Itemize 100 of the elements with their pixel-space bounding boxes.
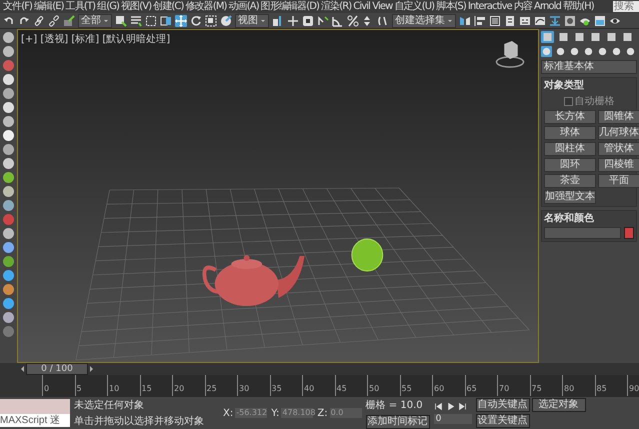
move-icon[interactable]	[175, 14, 187, 26]
select-object-icon[interactable]	[115, 14, 127, 26]
object-type-button[interactable]: 圆柱体	[544, 142, 596, 156]
schematic-view-icon[interactable]	[519, 14, 531, 26]
category-icon[interactable]	[597, 46, 608, 57]
menu-item[interactable]: 内容	[512, 0, 533, 13]
frame-label: 25	[204, 375, 237, 396]
viewport[interactable]: [+] [透视] [标准] [默认明暗处理]	[17, 29, 539, 363]
frame-label: 40	[302, 375, 334, 396]
category-dropdown[interactable]: 标准基本体	[541, 60, 637, 74]
category-icon[interactable]	[583, 46, 594, 57]
rollout-title[interactable]: 对象类型	[544, 80, 634, 92]
category-icon[interactable]	[611, 46, 622, 57]
time-slider[interactable]: 0 / 100	[26, 363, 88, 375]
frame-label: 5	[74, 375, 107, 396]
object-type-button[interactable]: 圆环	[544, 158, 596, 172]
panel-tab-icon[interactable]	[589, 31, 602, 43]
viewport-label[interactable]: [+] [透视] [标准] [默认明暗处理]	[21, 32, 170, 46]
panel-tab-icon[interactable]	[621, 31, 634, 43]
pivot-icon[interactable]	[272, 14, 284, 26]
placement-icon[interactable]	[220, 14, 232, 26]
rendered-frame-icon[interactable]	[594, 14, 606, 26]
add-time-tag-button[interactable]: 添加时间标记	[366, 414, 430, 428]
link-icon[interactable]	[33, 14, 45, 26]
select-by-name-icon[interactable]	[130, 14, 142, 26]
menu-item[interactable]: 自定义(U)	[393, 0, 436, 13]
reference-coordinate-dropdown[interactable]: 视图	[235, 14, 269, 28]
category-icon[interactable]	[625, 46, 636, 57]
scale-icon[interactable]	[205, 14, 217, 26]
menu-item[interactable]: 编辑(E)	[33, 0, 65, 13]
mirror-icon[interactable]	[459, 14, 471, 26]
object-type-button[interactable]: 圆锥体	[598, 110, 639, 124]
object-type-button[interactable]: 茶壶	[544, 174, 596, 188]
rectangle-selection-icon[interactable]	[145, 14, 157, 26]
object-type-button[interactable]: 加强型文本	[544, 190, 596, 204]
menu-item[interactable]: 图形编辑器(D)	[260, 0, 320, 13]
frame-field[interactable]: 0	[434, 414, 472, 424]
play-icon[interactable]	[446, 402, 455, 411]
key-button[interactable]: 选定对象	[532, 398, 586, 412]
rotate-icon[interactable]	[190, 14, 202, 26]
object-type-button[interactable]: 管状体	[598, 142, 639, 156]
selection-filter-dropdown[interactable]: 全部	[78, 14, 112, 28]
object-type-button[interactable]: 几何球体	[598, 126, 639, 140]
menu-item[interactable]: 帮助(H)	[562, 0, 595, 13]
key-button[interactable]: 自动关键点	[476, 398, 530, 412]
crosshair-icon[interactable]	[287, 14, 299, 26]
frame-label: 65	[464, 375, 497, 396]
viewcube-icon[interactable]	[496, 41, 524, 68]
menu-item[interactable]: 组(G)	[96, 0, 120, 13]
object-type-button[interactable]: 平面	[598, 174, 639, 188]
panel-tab-icon[interactable]	[605, 31, 618, 43]
menu-item[interactable]: 创建(C)	[152, 0, 185, 13]
menu-item[interactable]: 脚本(S)	[435, 0, 467, 13]
menu-item[interactable]: Arnold	[533, 0, 562, 13]
object-type-button[interactable]: 球体	[544, 126, 596, 140]
name-field[interactable]	[544, 227, 621, 239]
menu-item[interactable]: 修改器(M)	[184, 0, 228, 13]
color-swatch[interactable]	[624, 227, 634, 239]
menu-item[interactable]: 渲染(R)	[320, 0, 352, 13]
dope-sheet-icon[interactable]	[549, 14, 561, 26]
named-selection-dropdown[interactable]: 创建选择集	[392, 14, 456, 28]
panel-tab-icon[interactable]	[573, 31, 586, 43]
object-type-button[interactable]: 长方体	[544, 110, 596, 124]
key-button[interactable]: 设置关键点	[476, 414, 530, 428]
frame-label: 75	[530, 375, 562, 396]
go-to-end-icon[interactable]	[458, 402, 467, 411]
ribbon-icon[interactable]	[504, 14, 516, 26]
category-icon[interactable]	[569, 46, 580, 57]
go-to-start-icon[interactable]	[434, 402, 443, 411]
unlink-icon[interactable]	[48, 14, 60, 26]
rollout-title[interactable]: 名称和颜色	[544, 213, 634, 225]
autogrid-checkbox[interactable]	[564, 96, 572, 106]
material-editor-icon[interactable]	[564, 14, 576, 26]
menu-item[interactable]: 文件(F)	[2, 0, 34, 13]
menu-item[interactable]: 动画(A)	[228, 0, 260, 13]
frame-label: 30	[237, 375, 270, 396]
menu-item[interactable]: 视图(V)	[120, 0, 152, 13]
align-icon[interactable]	[474, 14, 486, 26]
angle-snap-icon[interactable]	[332, 14, 344, 26]
timeline-ruler[interactable]: 0 5 10 15 20 25 30 35 40 45 50 55 60 65 70 75 80 85 90	[42, 375, 639, 397]
search-field[interactable]: 搜索	[613, 1, 639, 12]
redo-icon[interactable]	[18, 14, 30, 26]
undo-icon[interactable]	[3, 14, 15, 26]
category-icon[interactable]	[555, 46, 566, 57]
window-crossing-icon[interactable]	[160, 14, 172, 26]
frame-label: 35	[270, 375, 302, 396]
frame-label: 20	[172, 375, 204, 396]
menu-item[interactable]: Civil View	[352, 0, 394, 13]
maxscript-field[interactable]: MAXScript 迷	[0, 414, 70, 427]
bind-icon[interactable]	[63, 14, 75, 26]
menu-item[interactable]: 工具(T)	[64, 0, 96, 13]
curve-editor-icon[interactable]	[534, 14, 546, 26]
object-type-button[interactable]: 四棱锥	[598, 158, 639, 172]
checkbox-label: 自动栅格	[574, 94, 614, 108]
panel-tab-icon[interactable]	[557, 31, 570, 43]
layer-list-icon[interactable]	[489, 14, 501, 26]
frame-label: 80	[562, 375, 594, 396]
percent-snap-icon[interactable]	[347, 14, 359, 26]
keyboard-shortcut-icon[interactable]	[302, 14, 314, 26]
menu-item[interactable]: Interactive	[466, 0, 513, 13]
